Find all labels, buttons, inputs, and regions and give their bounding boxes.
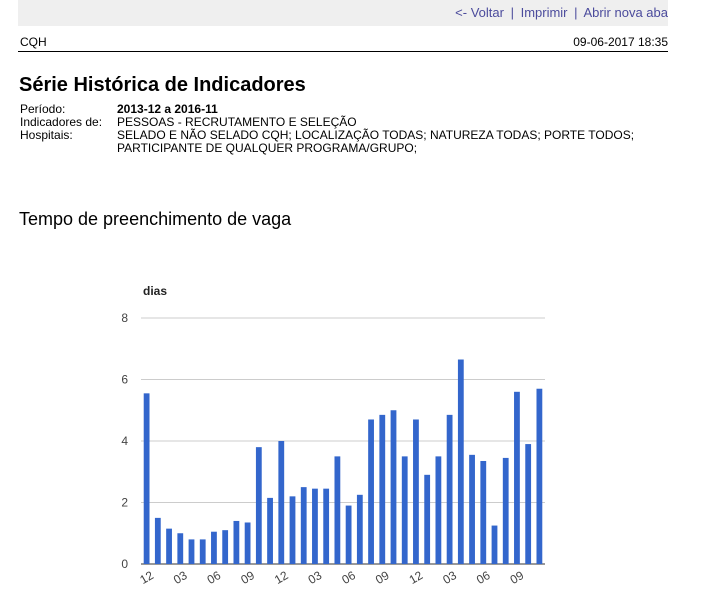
- bar: [154, 517, 161, 565]
- bar-chart: 0 2 4 6 8 12 03 06 09 12 03 06 09 12 03 06 09 dias: [121, 284, 545, 587]
- bar: [289, 496, 296, 564]
- bar: [199, 539, 206, 564]
- y-tick-label: 2: [121, 496, 128, 510]
- bar: [379, 414, 386, 564]
- x-tick-label: 09: [508, 568, 527, 587]
- bar: [469, 454, 475, 564]
- bar: [435, 456, 442, 565]
- bar: [525, 444, 532, 564]
- x-tick-label: 06: [474, 568, 493, 587]
- bars: [143, 359, 543, 565]
- y-tick-labels: 0 2 4 6 8: [121, 311, 128, 571]
- bar: [233, 520, 240, 564]
- bar: [222, 530, 229, 564]
- bar: [211, 531, 217, 564]
- bar: [244, 522, 251, 564]
- bar: [491, 525, 498, 564]
- bar: [390, 410, 397, 564]
- bar: [143, 393, 150, 564]
- bar: [480, 460, 487, 564]
- bar: [457, 359, 464, 564]
- x-tick-label: 09: [238, 568, 257, 587]
- bar: [413, 419, 419, 564]
- bar: [502, 457, 509, 564]
- x-tick-label: 03: [440, 568, 459, 587]
- x-tick-label: 06: [205, 568, 224, 587]
- bar: [356, 494, 363, 564]
- y-tick-label: 0: [121, 557, 128, 571]
- bar: [188, 539, 195, 564]
- bar: [278, 441, 285, 564]
- x-tick-labels: 12 03 06 09 12 03 06 09 12 03 06 09: [137, 568, 526, 587]
- y-tick-label: 6: [121, 373, 128, 387]
- x-tick-label: 12: [272, 568, 291, 587]
- bar: [446, 414, 453, 564]
- x-tick-label: 09: [373, 568, 392, 587]
- bar: [267, 497, 273, 564]
- y-tick-label: 8: [121, 311, 128, 325]
- bar: [536, 388, 543, 564]
- bar: [166, 528, 172, 564]
- x-tick-label: 03: [171, 568, 190, 587]
- x-tick-label: 06: [339, 568, 358, 587]
- bar: [514, 391, 520, 564]
- bar: [368, 419, 374, 564]
- x-tick-label: 03: [306, 568, 325, 587]
- y-axis-label: dias: [143, 284, 167, 298]
- bar: [323, 488, 330, 564]
- x-tick-label: 12: [407, 568, 426, 587]
- bar: [177, 533, 184, 564]
- bar: [255, 447, 262, 564]
- y-tick-label: 4: [121, 434, 128, 448]
- bar: [334, 456, 341, 565]
- bar: [424, 474, 431, 564]
- bar: [345, 505, 352, 564]
- x-tick-label: 12: [137, 568, 156, 587]
- bar: [312, 488, 318, 564]
- bar: [401, 456, 408, 565]
- bar: [300, 487, 307, 565]
